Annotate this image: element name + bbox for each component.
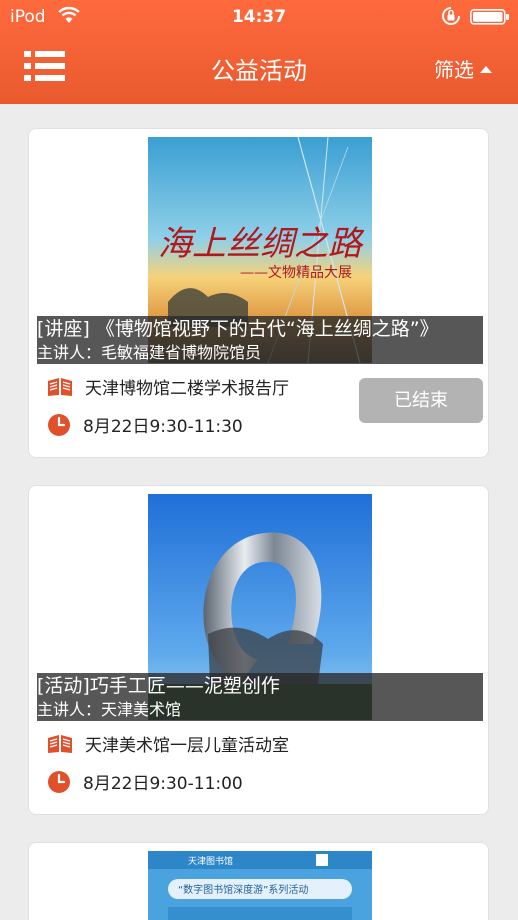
poster-org: 天津图书馆 (188, 855, 233, 867)
event-time: 8月22日9:30-11:00 (83, 774, 243, 794)
clock-icon (48, 770, 70, 793)
event-title: [活动]巧手工匠——泥塑创作 (37, 675, 280, 697)
event-location: 天津美术馆一层儿童活动室 (85, 736, 289, 756)
clock-icon (48, 413, 70, 436)
event-poster: 天津图书馆 “数字图书馆深度游”系列活动 (148, 851, 372, 920)
event-location-row: 天津美术馆一层儿童活动室 (47, 731, 289, 756)
event-time: 8月22日9:30-11:30 (83, 417, 243, 437)
status-bar: iPod 14:37 (0, 0, 518, 34)
event-card[interactable]: 海上丝绸之路 ——文物精品大展 [讲座] 《博物馆视野下的古代“海上丝绸之路”》… (28, 128, 489, 458)
event-speaker: 主讲人：天津美术馆 (37, 700, 182, 719)
rotation-lock-icon (442, 7, 460, 25)
event-caption: [讲座] 《博物馆视野下的古代“海上丝绸之路”》 主讲人：毛敏福建省博物院馆员 (37, 316, 483, 364)
event-time-row: 8月22日9:30-11:30 (47, 412, 243, 437)
event-caption: [活动]巧手工匠——泥塑创作 主讲人：天津美术馆 (37, 673, 483, 721)
battery-icon (470, 9, 509, 25)
caret-up-icon (480, 66, 492, 73)
book-icon (48, 377, 72, 396)
event-title: [讲座] 《博物馆视野下的古代“海上丝绸之路”》 (37, 318, 439, 340)
poster-subtitle: ——文物精品大展 (240, 265, 352, 281)
filter-button[interactable]: 筛选 (434, 54, 492, 83)
event-location-row: 天津博物馆二楼学术报告厅 (47, 374, 289, 399)
poster-title: 海上丝绸之路 (158, 224, 365, 264)
poster-title: “数字图书馆深度游”系列活动 (178, 883, 308, 896)
app-header: iPod 14:37 公益活动 筛选 (0, 0, 518, 104)
event-status-button[interactable]: 已结束 (359, 378, 483, 423)
filter-label: 筛选 (434, 58, 474, 82)
event-card[interactable]: 天津图书馆 “数字图书馆深度游”系列活动 (28, 842, 489, 920)
event-card[interactable]: [活动]巧手工匠——泥塑创作 主讲人：天津美术馆 天津美术馆一层儿童活动室 8月… (28, 485, 489, 815)
nav-bar: 公益活动 筛选 (0, 34, 518, 104)
event-speaker: 主讲人：毛敏福建省博物院馆员 (37, 343, 262, 362)
event-time-row: 8月22日9:30-11:00 (47, 769, 243, 794)
event-location: 天津博物馆二楼学术报告厅 (85, 379, 289, 399)
book-icon (48, 734, 72, 753)
